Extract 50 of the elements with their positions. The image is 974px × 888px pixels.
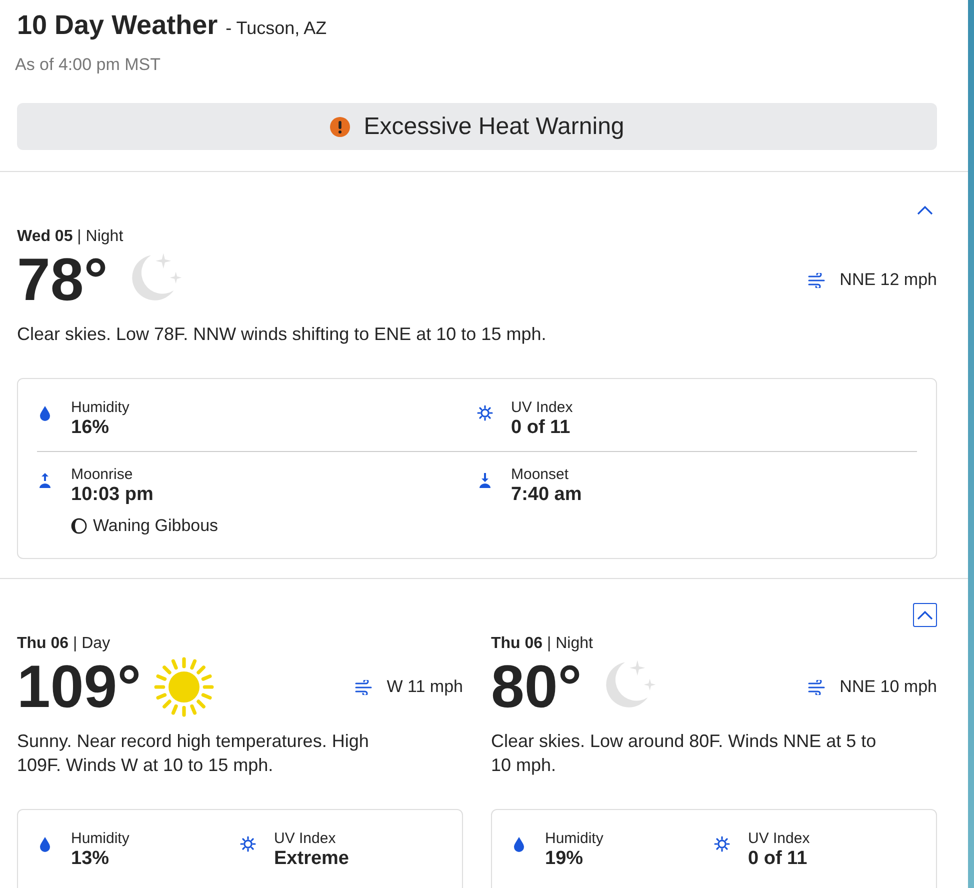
detail-value: 0 of 11: [748, 848, 808, 870]
rise-icon: [37, 472, 53, 488]
wind-speed: NNE 10 mph: [840, 677, 937, 697]
chevron-icon: [917, 205, 933, 215]
detail-value: 7:40 am: [511, 484, 582, 506]
chevron-icon: [917, 610, 933, 620]
forecast-text: Clear skies. Low 78F. NNW winds shifting to ENE at 10 to 15 mph.: [17, 323, 548, 346]
detail-value: Extreme: [274, 848, 349, 870]
drop-icon: [37, 836, 53, 852]
detail-value: 10:03 pm: [71, 484, 154, 506]
updated-time: As of 4:00 pm MST: [15, 55, 162, 75]
exclamation-icon: [330, 116, 350, 136]
forecast-text: Clear skies. Low around 80F. Winds NNE at 5 to 10 mph.: [491, 730, 878, 777]
detail-label: UV Index: [748, 830, 810, 847]
collapse-button[interactable]: [913, 603, 937, 627]
sun-icon: [477, 405, 493, 421]
period-label: Thu 06 | Day: [17, 635, 112, 653]
period-label: Wed 05 | Night: [17, 228, 124, 246]
wind-icon: [354, 680, 373, 694]
detail-label: Humidity: [71, 399, 130, 416]
period-label: Thu 06 | Night: [491, 635, 594, 653]
forecast-text: Sunny. Near record high temperatures. High 109F. Winds W at 10 to 15 mph.: [17, 730, 370, 777]
alert-button[interactable]: Excessive Heat Warning: [17, 103, 937, 150]
detail-label: Moonrise: [71, 466, 134, 483]
wind-speed: NNE 12 mph: [840, 270, 937, 290]
detail-value: 16%: [71, 417, 110, 439]
moon-phase-icon: [71, 518, 87, 534]
wind-speed: W 11 mph: [386, 677, 463, 697]
detail-value: 0 of 11: [511, 417, 572, 439]
sun-icon: [240, 836, 256, 852]
sun-icon: [153, 656, 216, 718]
sun-icon: [714, 836, 730, 852]
detail-label: Moonset: [511, 466, 570, 483]
temperature: 78°: [17, 248, 108, 312]
detail-label: Humidity: [71, 830, 130, 847]
wind-icon: [808, 680, 826, 694]
set-icon: [477, 472, 493, 488]
detail-label: Humidity: [545, 830, 604, 847]
detail-value: 13%: [71, 848, 110, 870]
temperature: 109°: [17, 655, 142, 719]
moon-phase: Waning Gibbous: [93, 516, 218, 536]
detail-label: UV Index: [274, 830, 337, 847]
drop-icon: [511, 836, 527, 852]
detail-label: UV Index: [511, 399, 573, 416]
temperature: 80°: [491, 655, 582, 719]
page-title: 10 Day Weather: [17, 10, 218, 41]
detail-value: 19%: [545, 848, 584, 870]
wind-icon: [808, 272, 826, 288]
location-label: - Tucson, AZ: [226, 18, 327, 39]
drop-icon: [37, 405, 53, 421]
